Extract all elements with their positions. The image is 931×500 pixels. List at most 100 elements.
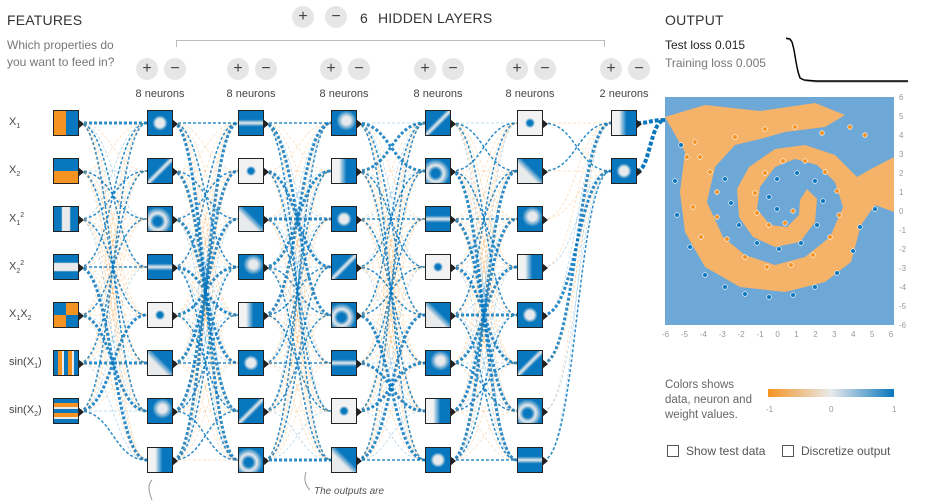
weight-link[interactable]	[78, 266, 148, 316]
neuron-node[interactable]	[238, 254, 269, 280]
weight-link[interactable]	[356, 410, 426, 461]
weight-link[interactable]	[78, 314, 148, 364]
remove-neuron-button[interactable]: −	[164, 58, 186, 80]
weight-link[interactable]	[78, 410, 148, 461]
weight-link[interactable]	[356, 314, 426, 364]
weight-link[interactable]	[356, 122, 426, 364]
remove-neuron-button[interactable]: −	[442, 58, 464, 80]
feature-node-1[interactable]	[53, 110, 84, 136]
weight-link[interactable]	[78, 266, 148, 316]
weight-link[interactable]	[78, 170, 148, 461]
weight-link[interactable]	[78, 122, 148, 172]
weight-link[interactable]	[78, 218, 148, 268]
neuron-node[interactable]	[147, 398, 178, 424]
weight-link[interactable]	[356, 314, 426, 364]
neuron-node[interactable]	[331, 254, 362, 280]
neuron-node[interactable]	[611, 110, 642, 136]
weight-link[interactable]	[450, 362, 518, 461]
weight-link[interactable]	[172, 170, 239, 461]
neuron-node[interactable]	[517, 302, 548, 328]
neuron-node[interactable]	[611, 158, 642, 184]
weight-link[interactable]	[542, 170, 612, 268]
weight-link[interactable]	[78, 218, 148, 268]
weight-link[interactable]	[356, 170, 426, 461]
weight-link[interactable]	[263, 122, 332, 364]
neuron-node[interactable]	[238, 350, 269, 376]
weight-link[interactable]	[172, 122, 239, 364]
neuron-node[interactable]	[331, 110, 362, 136]
add-neuron-button[interactable]: +	[506, 58, 528, 80]
weight-link[interactable]	[356, 121, 426, 173]
neuron-node[interactable]	[331, 398, 362, 424]
weight-link[interactable]	[78, 170, 148, 220]
weight-link[interactable]	[542, 122, 612, 172]
weight-link[interactable]	[542, 170, 612, 461]
neuron-node[interactable]	[425, 398, 456, 424]
weight-link[interactable]	[78, 170, 148, 412]
weight-link[interactable]	[356, 218, 426, 268]
neuron-node[interactable]	[425, 206, 456, 232]
add-neuron-button[interactable]: +	[227, 58, 249, 80]
weight-link[interactable]	[78, 170, 148, 220]
weight-link[interactable]	[542, 121, 612, 365]
neuron-node[interactable]	[425, 350, 456, 376]
neuron-node[interactable]	[425, 302, 456, 328]
neuron-node[interactable]	[517, 447, 548, 473]
feature-node-3[interactable]	[53, 206, 84, 232]
neuron-node[interactable]	[331, 447, 362, 473]
remove-neuron-button[interactable]: −	[628, 58, 650, 80]
feature-node-7[interactable]	[53, 398, 84, 424]
weight-link[interactable]	[542, 122, 612, 172]
neuron-node[interactable]	[517, 254, 548, 280]
show-test-data-label[interactable]: Show test data	[686, 444, 765, 458]
weight-link[interactable]	[78, 314, 148, 461]
neuron-node[interactable]	[331, 350, 362, 376]
weight-link[interactable]	[356, 410, 426, 461]
neuron-node[interactable]	[238, 110, 269, 136]
show-test-data-checkbox[interactable]	[667, 445, 679, 457]
neuron-node[interactable]	[425, 110, 456, 136]
neuron-node[interactable]	[147, 302, 178, 328]
remove-neuron-button[interactable]: −	[255, 58, 277, 80]
neuron-node[interactable]	[147, 254, 178, 280]
remove-neuron-button[interactable]: −	[534, 58, 556, 80]
neuron-node[interactable]	[147, 158, 178, 184]
feature-node-6[interactable]	[53, 350, 84, 376]
weight-link[interactable]	[450, 170, 518, 412]
weight-link[interactable]	[78, 314, 148, 364]
neuron-node[interactable]	[517, 206, 548, 232]
discretize-output-label[interactable]: Discretize output	[801, 444, 890, 458]
weight-link[interactable]	[356, 313, 426, 462]
weight-link[interactable]	[356, 122, 426, 364]
weight-link[interactable]	[78, 122, 148, 172]
weight-link[interactable]	[356, 218, 426, 268]
neuron-node[interactable]	[238, 398, 269, 424]
weight-link[interactable]	[78, 362, 148, 461]
weight-link[interactable]	[263, 410, 332, 461]
weight-link[interactable]	[263, 410, 332, 461]
output-heatmap[interactable]	[665, 97, 894, 325]
weight-link[interactable]	[78, 122, 148, 364]
neuron-node[interactable]	[517, 350, 548, 376]
weight-link[interactable]	[78, 170, 148, 412]
add-neuron-button[interactable]: +	[320, 58, 342, 80]
neuron-node[interactable]	[331, 158, 362, 184]
weight-link[interactable]	[172, 314, 239, 461]
weight-link[interactable]	[542, 170, 612, 364]
neuron-node[interactable]	[425, 254, 456, 280]
neuron-node[interactable]	[517, 110, 548, 136]
neuron-node[interactable]	[517, 158, 548, 184]
neuron-node[interactable]	[238, 302, 269, 328]
add-neuron-button[interactable]: +	[414, 58, 436, 80]
neuron-node[interactable]	[238, 158, 269, 184]
weight-link[interactable]	[263, 362, 332, 461]
neuron-node[interactable]	[425, 447, 456, 473]
weight-link[interactable]	[542, 170, 612, 220]
discretize-output-checkbox[interactable]	[782, 445, 794, 457]
feature-node-4[interactable]	[53, 254, 84, 280]
weight-link[interactable]	[263, 122, 332, 364]
neuron-node[interactable]	[147, 206, 178, 232]
weight-link[interactable]	[172, 169, 239, 413]
neuron-node[interactable]	[331, 302, 362, 328]
weight-link[interactable]	[356, 362, 426, 461]
